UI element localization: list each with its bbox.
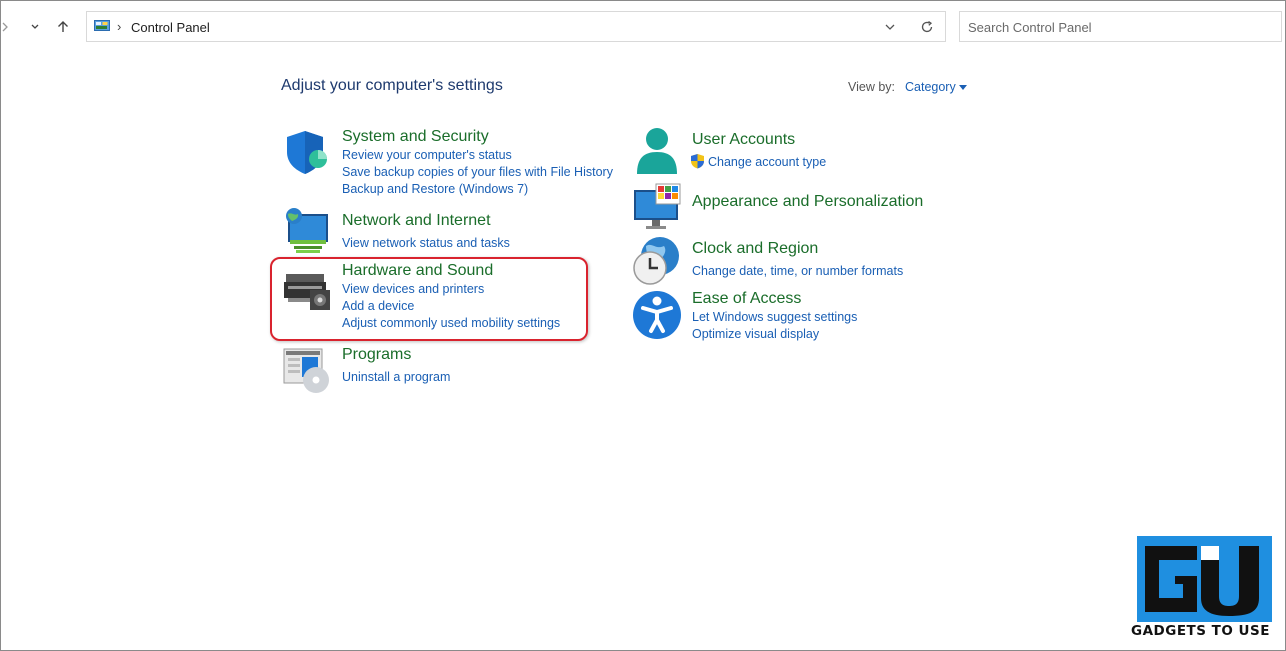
chevron-down-icon xyxy=(31,24,39,29)
search-box[interactable]: Search Control Panel xyxy=(959,11,1282,42)
category-user-accounts[interactable]: User Accounts xyxy=(692,131,795,149)
category-ease-of-access[interactable]: Ease of Access xyxy=(692,290,801,308)
view-by-label: View by: xyxy=(848,80,896,94)
highlight-box xyxy=(270,257,588,341)
link-uninstall-program[interactable]: Uninstall a program xyxy=(342,370,450,384)
address-bar[interactable]: › Control Panel xyxy=(86,11,946,42)
category-appearance-personalization[interactable]: Appearance and Personalization xyxy=(692,193,923,211)
up-button[interactable] xyxy=(52,14,74,40)
link-optimize-display[interactable]: Optimize visual display xyxy=(692,327,819,341)
clock-globe-icon[interactable] xyxy=(632,236,682,286)
link-file-history[interactable]: Save backup copies of your files with Fi… xyxy=(342,165,613,179)
link-change-account-type[interactable]: Change account type xyxy=(708,155,826,169)
breadcrumb-separator: › xyxy=(117,19,122,34)
link-network-status[interactable]: View network status and tasks xyxy=(342,236,510,250)
watermark-text: GADGETS TO USE xyxy=(1131,623,1270,639)
category-programs[interactable]: Programs xyxy=(342,346,411,364)
arrow-up-icon xyxy=(58,21,68,32)
control-panel-icon xyxy=(94,20,110,31)
link-review-status[interactable]: Review your computer's status xyxy=(342,148,512,162)
category-network-internet[interactable]: Network and Internet xyxy=(342,212,491,230)
link-backup-restore[interactable]: Backup and Restore (Windows 7) xyxy=(342,182,528,196)
appearance-monitor-icon[interactable] xyxy=(632,182,682,232)
category-clock-region[interactable]: Clock and Region xyxy=(692,240,818,258)
user-icon[interactable] xyxy=(632,126,682,176)
accessibility-icon[interactable] xyxy=(632,290,682,340)
network-globe-icon[interactable] xyxy=(282,206,332,256)
caret-down-icon[interactable] xyxy=(959,85,967,90)
search-placeholder: Search Control Panel xyxy=(968,20,1092,35)
uac-shield-icon xyxy=(691,154,704,169)
link-date-time-formats[interactable]: Change date, time, or number formats xyxy=(692,264,903,278)
gadgets-to-use-logo xyxy=(1137,536,1272,622)
shield-icon[interactable] xyxy=(282,128,332,178)
category-system-security[interactable]: System and Security xyxy=(342,128,489,146)
view-by-dropdown[interactable]: Category xyxy=(905,80,956,94)
chevron-down-icon[interactable] xyxy=(883,20,897,34)
recent-locations-button[interactable] xyxy=(24,14,46,40)
chevron-right-icon xyxy=(2,22,8,32)
forward-button[interactable] xyxy=(0,14,16,40)
breadcrumb-control-panel[interactable]: Control Panel xyxy=(131,20,210,35)
programs-icon[interactable] xyxy=(282,346,332,396)
page-title: Adjust your computer's settings xyxy=(281,77,503,94)
link-suggest-settings[interactable]: Let Windows suggest settings xyxy=(692,310,857,324)
refresh-icon[interactable] xyxy=(919,19,935,35)
